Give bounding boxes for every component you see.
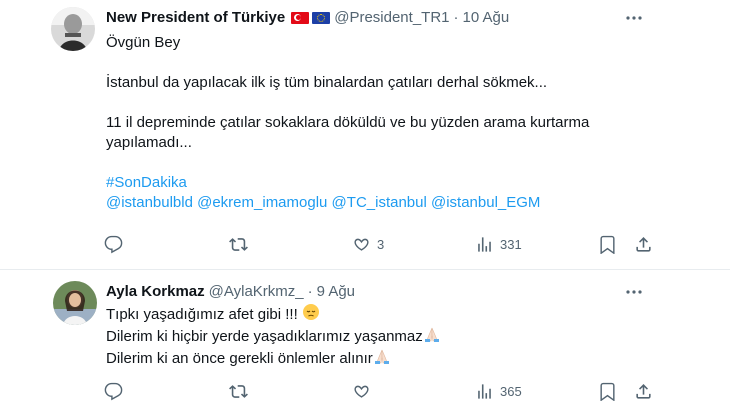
views-count: 365	[500, 383, 522, 399]
tweet-line: 11 il depreminde çatılar sokaklara dökül…	[106, 114, 590, 131]
tweet-reply[interactable]: Ayla Korkmaz @AylaKrkmz_ · 9 Ağu Tıpkı y…	[0, 270, 730, 420]
reply-icon	[104, 382, 123, 400]
bookmark-button[interactable]	[598, 234, 617, 254]
mentions-links[interactable]: @istanbulbld @ekrem_imamoglu @TC_istanbu…	[106, 193, 626, 213]
like-count: 3	[377, 236, 385, 252]
repost-button[interactable]	[229, 234, 254, 254]
action-bar: 3 331	[104, 234, 654, 254]
tweet-text: Tıpkı yaşadığımız afet gibi !!! Dilerim …	[106, 303, 626, 369]
tweet-line: Dilerim ki hiçbir yerde yaşadıklarımız y…	[106, 325, 626, 347]
timestamp[interactable]: 10 Ağu	[463, 8, 510, 28]
tweet-line: yapılamadı...	[106, 134, 192, 151]
repost-button[interactable]	[229, 381, 254, 401]
like-icon	[354, 385, 369, 398]
views-count: 331	[500, 236, 522, 252]
share-icon	[636, 236, 651, 252]
tweet-line: Tıpkı yaşadığımız afet gibi !!!	[106, 303, 626, 325]
more-icon[interactable]	[624, 8, 644, 28]
tweet-line-text: Dilerim ki hiçbir yerde yaşadıklarımız y…	[106, 328, 423, 345]
turkey-flag-icon	[291, 12, 310, 24]
folded-hands-icon	[424, 327, 439, 342]
share-button[interactable]	[634, 381, 653, 401]
tweet-line: Dilerim ki an önce gerekli önlemler alın…	[106, 347, 626, 369]
tweet-line-text: Tıpkı yaşadığımız afet gibi !!!	[106, 306, 302, 323]
views-icon	[478, 236, 491, 252]
tweet-text: Övgün Bey İstanbul da yapılacak ilk iş t…	[106, 33, 626, 213]
avatar[interactable]	[51, 7, 95, 51]
separator-dot: ·	[453, 9, 459, 26]
reply-button[interactable]	[104, 234, 129, 254]
tweet-header: Ayla Korkmaz @AylaKrkmz_ · 9 Ağu	[106, 282, 355, 302]
bookmark-button[interactable]	[598, 381, 617, 401]
bookmark-icon	[600, 382, 615, 401]
author-name[interactable]: Ayla Korkmaz	[106, 282, 205, 302]
share-icon	[636, 383, 651, 399]
more-icon[interactable]	[624, 282, 644, 302]
avatar[interactable]	[53, 281, 97, 325]
folded-hands-icon	[374, 349, 389, 364]
like-icon	[354, 238, 369, 251]
bookmark-icon	[600, 235, 615, 254]
tweet-line: Övgün Bey	[106, 34, 181, 51]
eu-flag-icon	[312, 12, 331, 24]
author-name[interactable]: New President of Türkiye	[106, 8, 285, 28]
separator-dot: ·	[307, 283, 313, 300]
like-button[interactable]	[352, 381, 377, 401]
timestamp[interactable]: 9 Ağu	[317, 282, 355, 302]
share-button[interactable]	[634, 234, 653, 254]
empty-line	[106, 153, 626, 173]
hashtag-link[interactable]: #SonDakika	[106, 173, 626, 193]
reply-button[interactable]	[104, 381, 129, 401]
tweet-line	[106, 93, 626, 113]
repost-icon	[229, 384, 248, 398]
author-handle[interactable]: @President_TR1	[334, 8, 449, 28]
views-icon	[478, 383, 491, 399]
tweet-line	[106, 53, 626, 73]
like-button[interactable]: 3	[352, 234, 384, 254]
tweet-main[interactable]: New President of Türkiye @President_TR1 …	[0, 0, 730, 270]
tweet-line: İstanbul da yapılacak ilk iş tüm binalar…	[106, 74, 548, 91]
views-button[interactable]: 331	[475, 234, 522, 254]
repost-icon	[229, 237, 248, 251]
author-handle[interactable]: @AylaKrkmz_	[209, 282, 304, 302]
action-bar: 365	[104, 381, 654, 401]
reply-icon	[104, 235, 123, 253]
views-button[interactable]: 365	[475, 381, 522, 401]
tweet-header: New President of Türkiye @President_TR1 …	[106, 8, 509, 28]
tweet-line-text: Dilerim ki an önce gerekli önlemler alın…	[106, 350, 373, 367]
pensive-face-icon	[302, 304, 319, 320]
